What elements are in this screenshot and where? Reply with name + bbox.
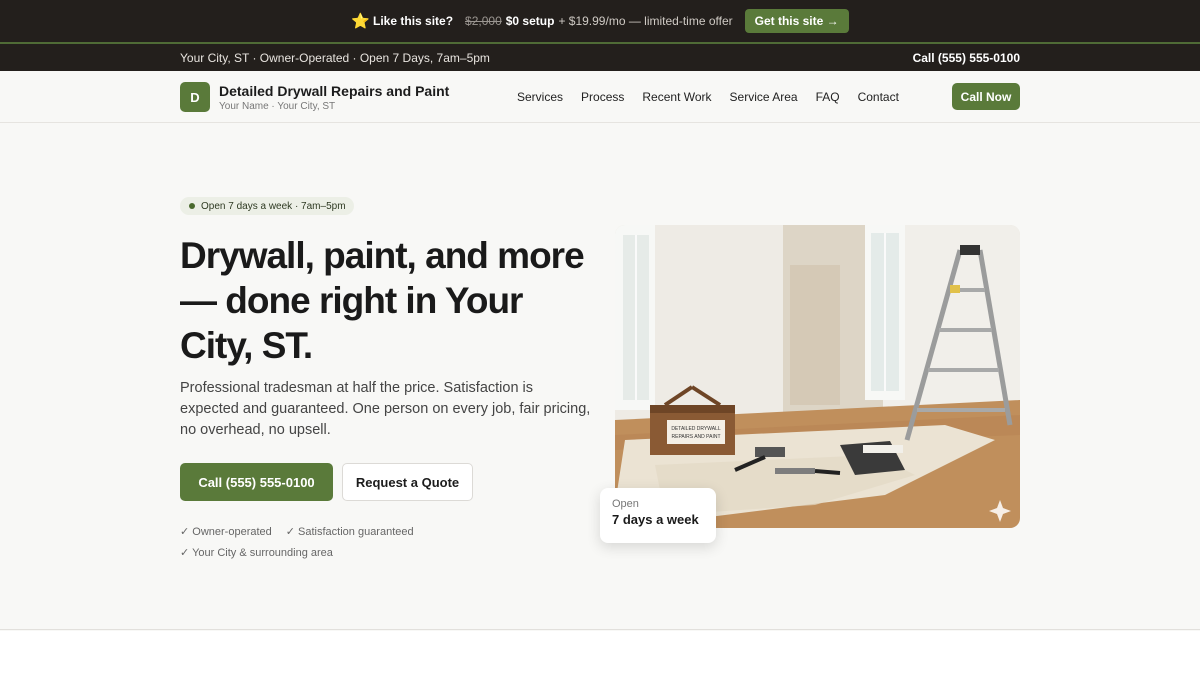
hero-description: Professional tradesman at half the price… bbox=[180, 380, 591, 438]
call-now-button[interactable]: Call Now bbox=[952, 83, 1020, 110]
call-phone-button[interactable]: Call (555) 555-0100 bbox=[180, 463, 333, 501]
promo-setup-price: $0 setup bbox=[505, 14, 555, 28]
next-section bbox=[0, 631, 1200, 675]
info-bar-call-link[interactable]: Call (555) 555-0100 bbox=[913, 51, 1020, 65]
open-days-card: Open 7 days a week bbox=[600, 488, 716, 543]
request-quote-button[interactable]: Request a Quote bbox=[342, 463, 473, 501]
check-service-area: ✓ Your City & surrounding area bbox=[180, 547, 333, 559]
toolbox-label-line-2: REPAIRS AND PAINT bbox=[672, 434, 721, 440]
nav-service-area[interactable]: Service Area bbox=[730, 90, 798, 104]
open-card-value: 7 days a week bbox=[612, 512, 699, 527]
promo-old-price: $2,000 bbox=[465, 14, 502, 28]
star-icon: ⭐ bbox=[351, 13, 371, 30]
toolbox-label-line-1: DETAILED DRYWALL bbox=[671, 426, 721, 432]
hero-section: Open 7 days a week · 7am–5pm Drywall, pa… bbox=[0, 123, 1200, 630]
brand-subtitle: Your Name · Your City, ST bbox=[219, 101, 336, 112]
get-this-site-button[interactable]: Get this site → bbox=[744, 9, 849, 33]
nav-process[interactable]: Process bbox=[581, 90, 624, 104]
logo-badge[interactable]: D bbox=[180, 82, 210, 112]
brand-name[interactable]: Detailed Drywall Repairs and Paint bbox=[219, 83, 449, 99]
nav-contact[interactable]: Contact bbox=[858, 90, 899, 104]
nav-faq[interactable]: FAQ bbox=[816, 90, 840, 104]
hours-pill-text: Open 7 days a week · 7am–5pm bbox=[201, 200, 346, 212]
hours-pill: Open 7 days a week · 7am–5pm bbox=[180, 197, 354, 215]
info-bar-location-hours: Your City, ST · Owner-Operated · Open 7 … bbox=[180, 50, 490, 65]
site-header: D Detailed Drywall Repairs and Paint You… bbox=[0, 71, 1200, 123]
promo-monthly-offer: + $19.99/mo — limited-time offer bbox=[558, 14, 733, 28]
promo-bar: ⭐ Like this site? $2,000 $0 setup + $19.… bbox=[0, 0, 1200, 42]
trust-checklist: ✓ Owner-operated ✓ Satisfaction guarantee… bbox=[180, 522, 440, 564]
nav-services[interactable]: Services bbox=[517, 90, 563, 104]
check-owner-operated: ✓ Owner-operated bbox=[180, 526, 272, 538]
room-illustration: DETAILED DRYWALL REPAIRS AND PAINT bbox=[615, 225, 1020, 528]
hero-headline: Drywall, paint, and more — done right in… bbox=[180, 235, 585, 366]
promo-like-text: Like this site? bbox=[373, 14, 454, 28]
info-bar: Your City, ST · Owner-Operated · Open 7 … bbox=[0, 44, 1200, 71]
open-card-label: Open bbox=[612, 498, 639, 510]
nav-recent-work[interactable]: Recent Work bbox=[642, 90, 711, 104]
check-satisfaction: ✓ Satisfaction guaranteed bbox=[285, 526, 414, 538]
main-nav: Services Process Recent Work Service Are… bbox=[517, 90, 899, 104]
status-dot-icon bbox=[189, 203, 195, 209]
hero-room-photo: DETAILED DRYWALL REPAIRS AND PAINT bbox=[615, 225, 1020, 528]
